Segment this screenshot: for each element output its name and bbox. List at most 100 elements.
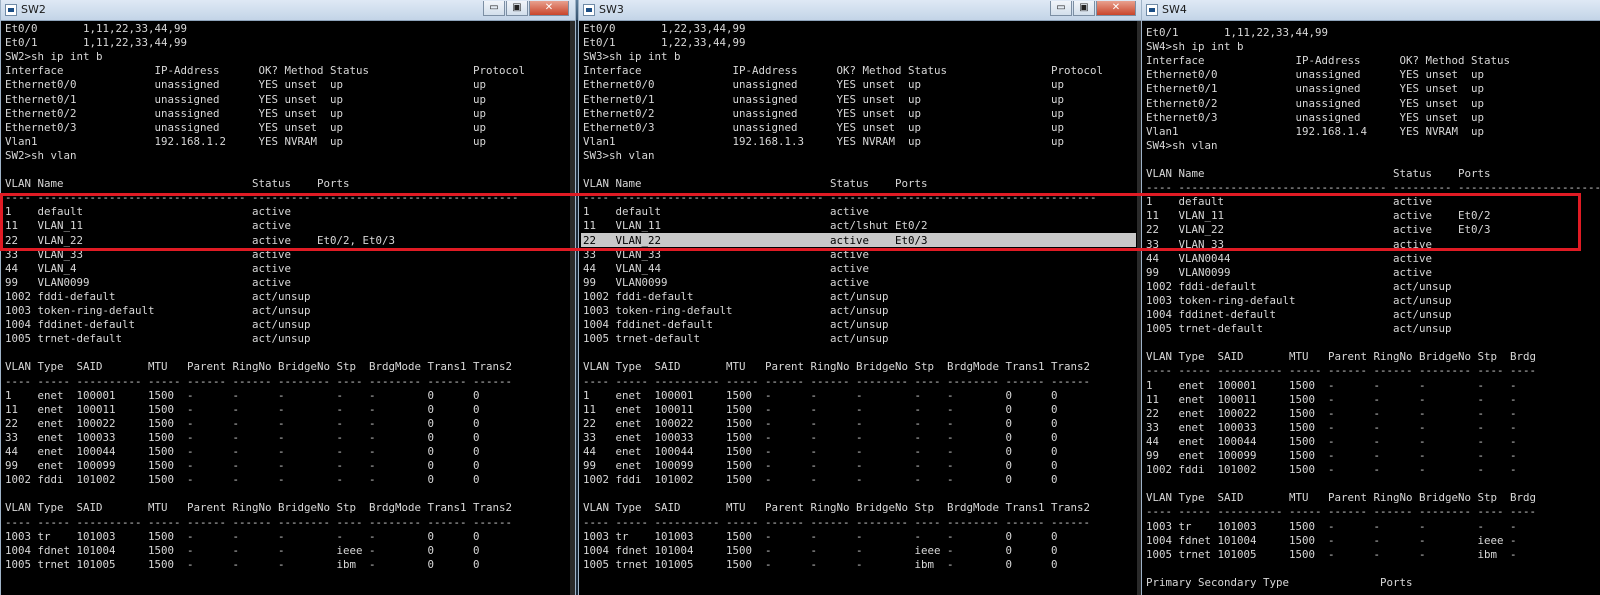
terminal-line: 1005 trnet 101005 1500 - - - ibm - [1146,547,1517,561]
terminal-line: 1005 trnet-default act/unsup [1146,322,1452,336]
terminal-line: 99 VLAN0099 active [583,275,870,289]
vertical-scrollbar[interactable] [570,21,575,595]
terminal-line: ---- ----- ---------- ----- ------ -----… [5,374,513,388]
terminal-line: 33 VLAN_33 active [583,247,870,261]
terminal-line: 1005 trnet 101005 1500 - - - ibm - 0 0 [583,557,1058,571]
window-title: SW2 [21,3,46,16]
terminal-line: 22 VLAN_22 active Et0/3 [583,233,928,247]
terminal-line: ---- ----- ---------- ----- ------ -----… [5,515,513,529]
terminal-line: Et0/0 1,22,33,44,99 [583,22,746,35]
terminal-line: Ethernet0/3 unassigned YES unset up up [583,120,1065,134]
window-title: SW3 [599,3,624,16]
terminal-line: 33 enet 100033 1500 - - - - - 0 0 [5,430,480,444]
terminal-line: Interface IP-Address OK? Method Status P… [5,64,526,78]
title-bar[interactable]: SW4 [1142,0,1600,21]
terminal-line: 1003 tr 101003 1500 - - - - - 0 0 [583,529,1058,543]
terminal-output[interactable]: Et0/1 1,11,22,33,44,99 SW4>sh ip int b Int… [1142,21,1600,595]
terminal-line: Ethernet0/0 unassigned YES unset up up [5,78,487,92]
terminal-window-sw3[interactable]: SW3 ▭ ▣ ✕ Et0/0 1,22,33,44,99 Et0/1 1,22,… [578,0,1143,595]
terminal-line: 1004 fdnet 101004 1500 - - - ieee - 0 0 [583,543,1058,557]
terminal-line: 1 default active [583,205,870,219]
terminal-line: VLAN Name Status Ports [583,177,928,191]
terminal-line: 22 enet 100022 1500 - - - - - [1146,406,1517,420]
terminal-line: 22 VLAN_22 active Et0/3 [1146,223,1491,237]
terminal-app-icon [583,4,595,16]
terminal-line: 99 enet 100099 1500 - - - - - 0 0 [583,459,1058,473]
terminal-line: 1 default active [5,205,292,219]
terminal-line: Et0/1 1,11,22,33,44,99 [5,36,188,50]
terminal-line: 33 enet 100033 1500 - - - - - 0 0 [583,430,1058,444]
terminal-line: Primary Secondary Type Ports [1146,575,1413,589]
restore-button[interactable]: ▣ [1073,1,1095,16]
window-controls: ▭ ▣ ✕ [482,0,569,20]
terminal-line: 22 VLAN_22 active Et0/2, Et0/3 [5,233,396,247]
terminal-line: 1003 token-ring-default act/unsup [1146,293,1452,307]
terminal-line: 99 enet 100099 1500 - - - - - 0 0 [5,459,480,473]
terminal-line: 11 enet 100011 1500 - - - - - [1146,392,1517,406]
terminal-line: VLAN Type SAID MTU Parent RingNo BridgeN… [583,360,1091,374]
terminal-line: SW4>sh ip int b [1146,40,1244,54]
terminal-line: 1 enet 100001 1500 - - - - - [1146,378,1517,392]
terminal-line: ---- -------------------------------- --… [583,191,1097,205]
terminal-line: 11 VLAN_11 act/lshut Et0/2 [583,219,928,233]
terminal-line: 33 VLAN_33 active [1146,237,1433,251]
terminal-line: 11 enet 100011 1500 - - - - - 0 0 [583,402,1058,416]
terminal-line: 44 enet 100044 1500 - - - - - 0 0 [5,445,480,458]
terminal-line: Et0/1 1,22,33,44,99 [583,36,746,50]
terminal-line: ---- -------------------------------- --… [5,191,519,205]
window-title: SW4 [1162,3,1187,16]
terminal-line: Ethernet0/0 unassigned YES unset up up [583,78,1065,92]
minimize-button[interactable]: ▭ [1050,1,1072,16]
terminal-line: SW2>sh ip int b [5,50,103,64]
terminal-line: 22 enet 100022 1500 - - - - - 0 0 [5,416,480,430]
terminal-line: VLAN Type SAID MTU Parent RingNo BridgeN… [1146,350,1537,364]
terminal-line: 1005 trnet-default act/unsup [583,332,889,346]
terminal-line: 33 enet 100033 1500 - - - - - [1146,420,1517,434]
terminal-line: 1003 token-ring-default act/unsup [5,304,311,317]
terminal-line: 44 enet 100044 1500 - - - - - [1146,434,1517,448]
terminal-line: ---- ----- ---------- ----- ------ -----… [1146,364,1537,378]
terminal-line: Ethernet0/3 unassigned YES unset up [1146,110,1485,124]
terminal-line: Ethernet0/2 unassigned YES unset up up [5,106,487,120]
terminal-line: 1 default active [1146,195,1433,209]
terminal-line: 1004 fddinet-default act/unsup [5,318,311,332]
terminal-line: 1002 fddi 101002 1500 - - - - - 0 0 [583,473,1058,487]
terminal-line: 99 VLAN0099 active [5,275,292,289]
close-button[interactable]: ✕ [529,1,569,16]
terminal-line: Vlan1 192.168.1.2 YES NVRAM up up [5,134,487,148]
terminal-line: Ethernet0/0 unassigned YES unset up [1146,68,1485,82]
terminal-output[interactable]: Et0/0 1,11,22,33,44,99 Et0/1 1,11,22,33,4… [1,21,575,595]
terminal-line: 1004 fddinet-default act/unsup [583,318,889,332]
terminal-line: ---- -------------------------------- --… [1146,181,1600,195]
terminal-line: 44 VLAN_44 active [583,261,870,275]
minimize-button[interactable]: ▭ [483,1,505,16]
terminal-line: VLAN Type SAID MTU Parent RingNo BridgeN… [5,360,513,374]
terminal-output[interactable]: Et0/0 1,22,33,44,99 Et0/1 1,22,33,44,99 SW… [579,21,1142,595]
terminal-line: ---- ----- ---------- ----- ------ -----… [1146,505,1537,519]
terminal-line: 1003 tr 101003 1500 - - - - - [1146,519,1517,533]
terminal-line: 1003 tr 101003 1500 - - - - - 0 0 [5,529,480,543]
terminal-line: 11 VLAN_11 active [5,219,292,233]
terminal-line: SW2>sh vlan [5,148,77,162]
terminal-line: 44 VLAN0044 active [1146,251,1433,265]
terminal-line: Ethernet0/1 unassigned YES unset up [1146,82,1485,96]
terminal-window-sw2[interactable]: SW2 ▭ ▣ ✕ Et0/0 1,11,22,33,44,99 Et0/1 1,… [0,0,576,595]
terminal-line: Et0/1 1,11,22,33,44,99 [1146,26,1329,39]
terminal-line: 22 enet 100022 1500 - - - - - 0 0 [583,416,1058,430]
terminal-line: 1003 token-ring-default act/unsup [583,304,889,317]
close-button[interactable]: ✕ [1096,1,1136,16]
terminal-line: Vlan1 192.168.1.4 YES NVRAM up [1146,124,1485,138]
terminal-window-sw4[interactable]: SW4 Et0/1 1,11,22,33,44,99 SW4>sh ip int … [1141,0,1600,595]
terminal-line: 1002 fddi 101002 1500 - - - - - [1146,463,1517,477]
terminal-line: VLAN Type SAID MTU Parent RingNo BridgeN… [5,501,513,515]
terminal-line: Vlan1 192.168.1.3 YES NVRAM up up [583,134,1065,148]
terminal-line: 1 enet 100001 1500 - - - - - 0 0 [583,388,1058,402]
title-bar[interactable]: SW3 ▭ ▣ ✕ [579,0,1142,21]
terminal-line: 1002 fddi 101002 1500 - - - - - 0 0 [5,473,480,487]
terminal-line: 11 VLAN_11 active Et0/2 [1146,209,1491,223]
title-bar[interactable]: SW2 ▭ ▣ ✕ [1,0,575,21]
terminal-app-icon [5,4,17,16]
terminal-line: 44 enet 100044 1500 - - - - - 0 0 [583,445,1058,458]
terminal-line: 1002 fddi-default act/unsup [583,289,889,303]
restore-button[interactable]: ▣ [506,1,528,16]
